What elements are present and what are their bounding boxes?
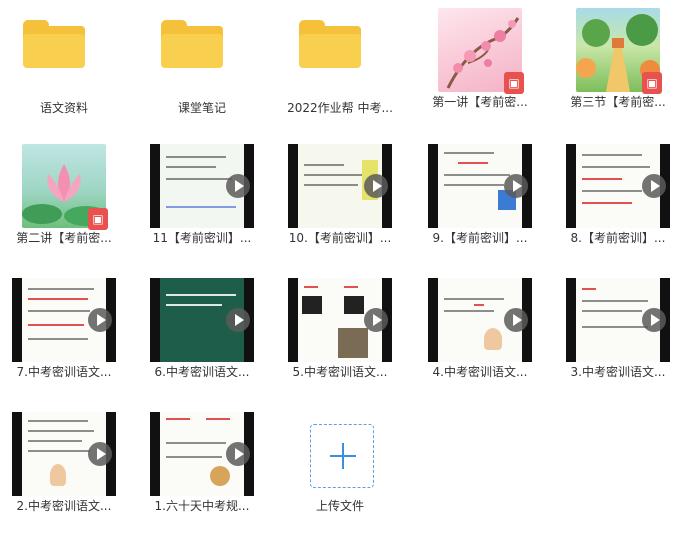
item-label: 9.【考前密训】... xyxy=(432,231,528,245)
video-item[interactable]: 3.中考密训语文... xyxy=(558,270,678,398)
video-thumbnail xyxy=(288,144,392,228)
folder-item[interactable]: 课堂笔记 xyxy=(142,0,262,128)
item-label: 2022作业帮 中考... xyxy=(287,101,393,115)
pdf-thumbnail: ▣ xyxy=(438,8,524,94)
item-label: 第一讲【考前密... xyxy=(432,95,528,109)
play-icon xyxy=(504,308,528,332)
video-item[interactable]: 4.中考密训语文... xyxy=(420,270,540,398)
folder-item[interactable]: 2022作业帮 中考... xyxy=(280,0,400,128)
video-thumbnail xyxy=(12,412,116,496)
pdf-item[interactable]: ▣ 第三节【考前密... xyxy=(558,0,678,128)
play-icon xyxy=(364,308,388,332)
play-icon xyxy=(364,174,388,198)
video-thumbnail xyxy=(150,278,254,362)
item-label: 语文资料 xyxy=(39,101,88,115)
pdf-thumbnail: ▣ xyxy=(576,8,662,94)
play-icon xyxy=(226,308,250,332)
folder-icon xyxy=(23,20,85,68)
item-label: 4.中考密训语文... xyxy=(432,365,528,379)
video-thumbnail xyxy=(288,278,392,362)
video-item[interactable]: 11【考前密训】... xyxy=(142,136,262,264)
item-label: 10.【考前密训】... xyxy=(288,231,392,245)
item-label: 5.中考密训语文... xyxy=(292,365,388,379)
pdf-icon: ▣ xyxy=(88,208,108,230)
video-thumbnail xyxy=(12,278,116,362)
play-icon xyxy=(226,442,250,466)
video-item[interactable]: 6.中考密训语文... xyxy=(142,270,262,398)
item-label: 7.中考密训语文... xyxy=(16,365,112,379)
item-label: 第二讲【考前密... xyxy=(16,231,112,245)
upload-button[interactable]: 上传文件 xyxy=(280,404,400,532)
video-item[interactable]: 10.【考前密训】... xyxy=(280,136,400,264)
video-item[interactable]: 9.【考前密训】... xyxy=(420,136,540,264)
play-icon xyxy=(88,442,112,466)
item-label: 11【考前密训】... xyxy=(152,231,252,245)
video-thumbnail xyxy=(428,144,532,228)
video-thumbnail xyxy=(150,412,254,496)
video-item[interactable]: 2.中考密训语文... xyxy=(4,404,124,532)
pdf-icon: ▣ xyxy=(642,72,662,94)
item-label: 课堂笔记 xyxy=(177,101,226,115)
video-thumbnail xyxy=(566,278,670,362)
video-item[interactable]: 1.六十天中考规... xyxy=(142,404,262,532)
video-item[interactable]: 5.中考密训语文... xyxy=(280,270,400,398)
pdf-icon: ▣ xyxy=(504,72,524,94)
folder-item[interactable]: 语文资料 xyxy=(4,0,124,128)
pdf-thumbnail: ▣ xyxy=(22,144,108,230)
video-thumbnail xyxy=(566,144,670,228)
play-icon xyxy=(226,174,250,198)
file-grid: 语文资料 课堂笔记 2022作业帮 中考... ▣ 第一讲【考前密... ▣ 第… xyxy=(0,0,685,533)
item-label: 第三节【考前密... xyxy=(570,95,666,109)
upload-label: 上传文件 xyxy=(315,499,364,513)
item-label: 6.中考密训语文... xyxy=(154,365,250,379)
video-item[interactable]: 8.【考前密训】... xyxy=(558,136,678,264)
play-icon xyxy=(88,308,112,332)
video-thumbnail xyxy=(150,144,254,228)
play-icon xyxy=(504,174,528,198)
play-icon xyxy=(642,174,666,198)
pdf-item[interactable]: ▣ 第二讲【考前密... xyxy=(4,136,124,264)
item-label: 3.中考密训语文... xyxy=(570,365,666,379)
item-label: 8.【考前密训】... xyxy=(570,231,666,245)
play-icon xyxy=(642,308,666,332)
item-label: 1.六十天中考规... xyxy=(154,499,250,513)
folder-icon xyxy=(299,20,361,68)
item-label: 2.中考密训语文... xyxy=(16,499,112,513)
video-thumbnail xyxy=(428,278,532,362)
video-item[interactable]: 7.中考密训语文... xyxy=(4,270,124,398)
upload-tile[interactable] xyxy=(310,424,374,488)
pdf-item[interactable]: ▣ 第一讲【考前密... xyxy=(420,0,540,128)
folder-icon xyxy=(161,20,223,68)
